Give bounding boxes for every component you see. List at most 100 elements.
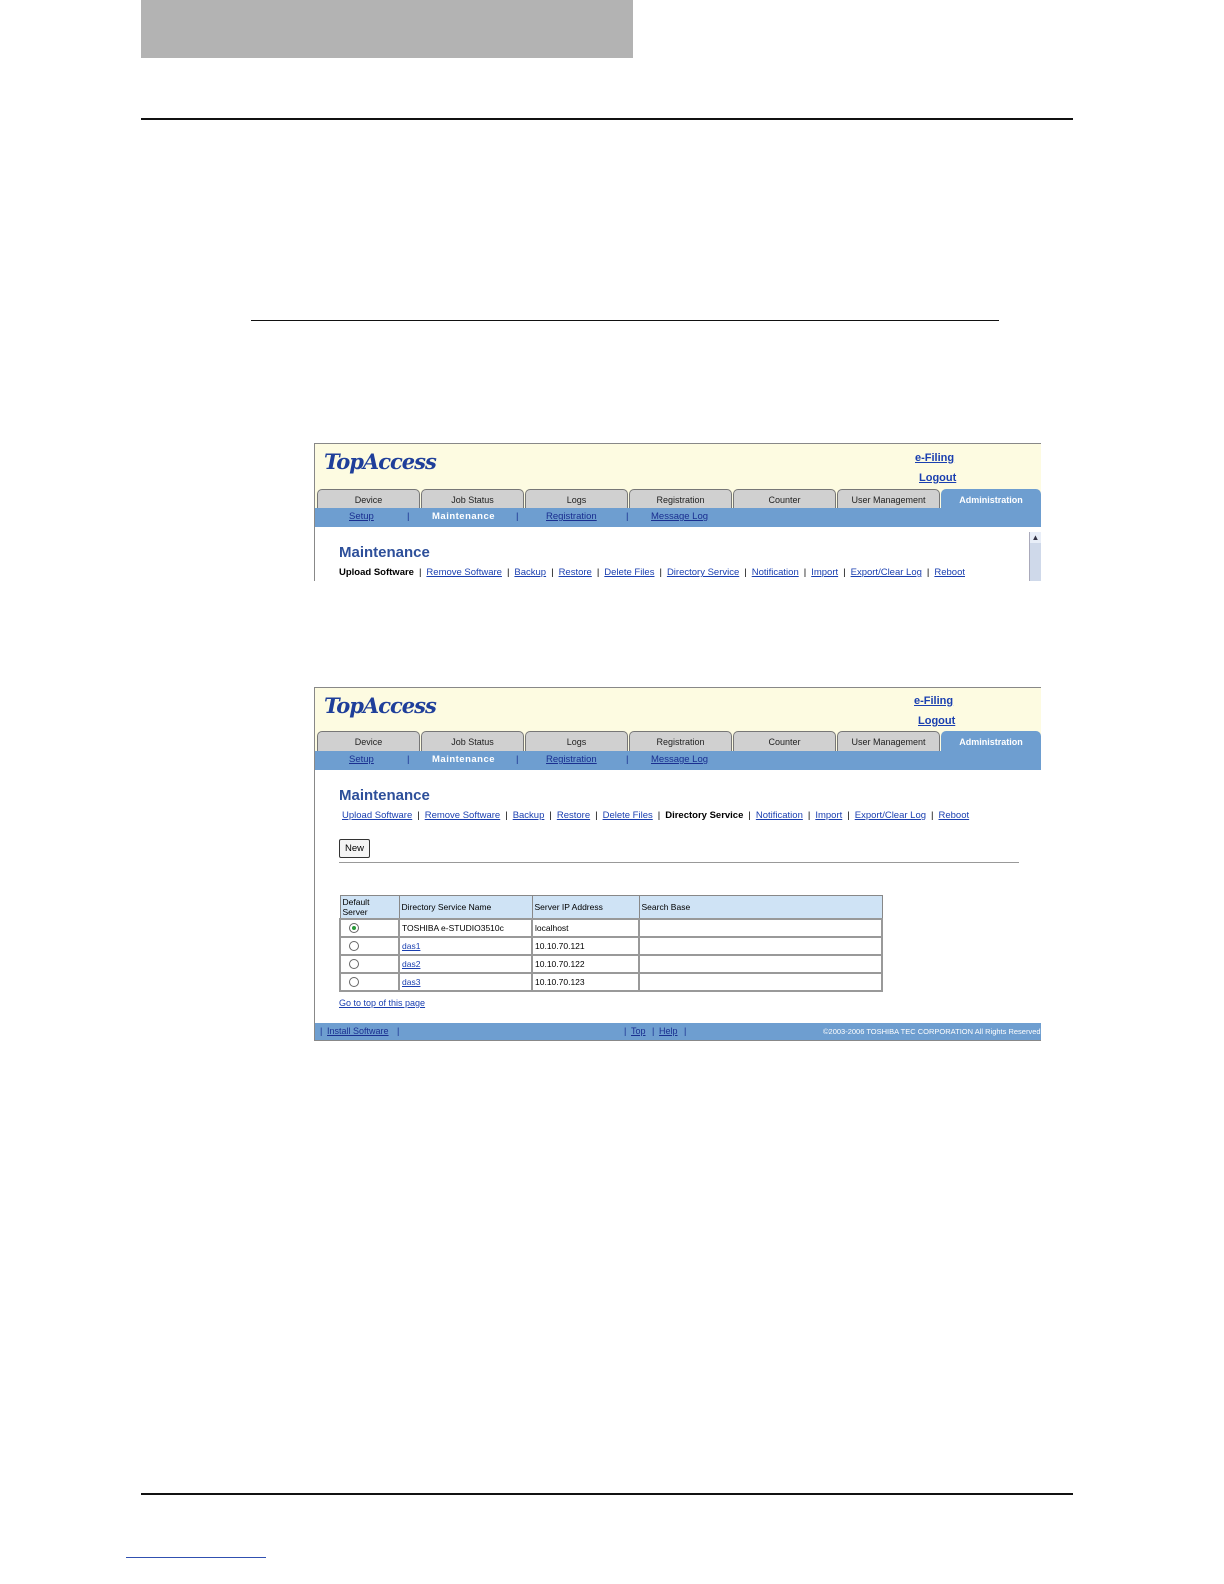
menu-directory-service[interactable]: Directory Service [665,810,743,821]
tab-logs[interactable]: Logs [525,489,628,509]
vertical-scrollbar[interactable]: ▲ [1029,532,1041,581]
tab-counter[interactable]: Counter [733,731,836,751]
logout-link[interactable]: Logout [918,715,955,727]
server-ip-address: localhost [531,918,640,938]
tab-user-management[interactable]: User Management [837,489,940,509]
install-software-link[interactable]: Install Software [327,1026,389,1036]
page-title: Maintenance [339,787,430,804]
tab-logs[interactable]: Logs [525,731,628,751]
tab-device[interactable]: Device [317,489,420,509]
subnav-divider: | [407,754,410,765]
server-ip-address: 10.10.70.123 [531,972,640,992]
menu-import[interactable]: Import [811,567,838,578]
subnav-registration[interactable]: Registration [546,511,597,522]
subnav-message-log[interactable]: Message Log [651,754,708,765]
search-base [638,972,883,992]
tab-administration[interactable]: Administration [941,489,1041,509]
search-base [638,954,883,974]
tab-device[interactable]: Device [317,731,420,751]
directory-service-name-cell: das1 [398,936,533,956]
chapter-header-block [141,0,633,58]
header-default-server: Default Server [339,895,400,920]
tab-counter[interactable]: Counter [733,489,836,509]
menu-backup[interactable]: Backup [514,567,546,578]
default-server-radio[interactable] [349,977,359,988]
menu-export-clear-log[interactable]: Export/Clear Log [855,810,926,821]
menu-notification[interactable]: Notification [756,810,803,821]
sub-navigation: Setup | Maintenance | Registration | Mes… [315,751,1041,770]
tab-job-status[interactable]: Job Status [421,489,524,509]
menu-delete-files[interactable]: Delete Files [603,810,653,821]
footer-link-underline [126,1557,266,1558]
menu-restore[interactable]: Restore [559,567,592,578]
menu-divider: | [551,567,554,578]
directory-service-name: TOSHIBA e-STUDIO3510c [398,918,533,938]
logout-link[interactable]: Logout [919,472,956,484]
menu-divider: | [418,567,422,578]
default-server-cell [339,954,400,974]
subnav-setup[interactable]: Setup [349,754,374,765]
tab-job-status[interactable]: Job Status [421,731,524,751]
menu-divider: | [807,810,811,821]
default-server-radio[interactable] [349,959,359,970]
subnav-divider: | [626,754,629,765]
menu-divider: | [417,810,420,821]
search-base [638,918,883,938]
menu-divider: | [803,567,807,578]
menu-import[interactable]: Import [815,810,842,821]
scroll-up-icon[interactable]: ▲ [1030,532,1041,543]
menu-upload-software[interactable]: Upload Software [339,567,414,578]
default-server-cell [339,936,400,956]
default-server-radio[interactable] [349,923,359,934]
tab-registration[interactable]: Registration [629,489,732,509]
footer-bar: | Install Software | | Top | Help | ©200… [315,1023,1041,1040]
directory-service-link[interactable]: das1 [402,941,420,951]
table-header-row: Default Server Directory Service Name Se… [339,895,883,920]
top-link[interactable]: Top [631,1026,646,1036]
topaccess-banner: TopAccess e-Filing Logout [315,688,1041,733]
subnav-divider: | [516,754,519,765]
help-link[interactable]: Help [659,1026,678,1036]
menu-backup[interactable]: Backup [513,810,545,821]
menu-upload-software[interactable]: Upload Software [342,810,412,821]
screenshot-directory-service: TopAccess e-Filing Logout Device Job Sta… [314,687,1041,1041]
footer-divider: | [320,1026,323,1036]
copyright-text: ©2003-2006 TOSHIBA TEC CORPORATION All R… [823,1027,1041,1036]
directory-service-link[interactable]: das3 [402,977,420,987]
menu-divider: | [596,567,600,578]
menu-reboot[interactable]: Reboot [934,567,965,578]
topaccess-logo: TopAccess [324,449,437,474]
topaccess-banner: TopAccess e-Filing Logout [315,444,1041,489]
tab-administration[interactable]: Administration [941,731,1041,751]
menu-divider: | [931,810,934,821]
menu-export-clear-log[interactable]: Export/Clear Log [851,567,922,578]
directory-service-link[interactable]: das2 [402,959,420,969]
menu-delete-files[interactable]: Delete Files [604,567,654,578]
menu-divider: | [657,810,661,821]
header-server-ip-address: Server IP Address [531,895,640,920]
default-server-radio[interactable] [349,941,359,952]
new-button[interactable]: New [339,839,370,858]
tab-registration[interactable]: Registration [629,731,732,751]
go-to-top-link[interactable]: Go to top of this page [339,998,425,1008]
subnav-message-log[interactable]: Message Log [651,511,708,522]
tab-user-management[interactable]: User Management [837,731,940,751]
subnav-registration[interactable]: Registration [546,754,597,765]
efiling-link[interactable]: e-Filing [914,695,953,707]
subnav-setup[interactable]: Setup [349,511,374,522]
menu-divider: | [926,567,930,578]
menu-reboot[interactable]: Reboot [939,810,970,821]
menu-remove-software[interactable]: Remove Software [425,810,501,821]
default-server-cell [339,972,400,992]
footer-divider: | [684,1026,687,1036]
subnav-divider: | [516,511,519,522]
footer-rule [141,1493,1073,1495]
menu-remove-software[interactable]: Remove Software [426,567,502,578]
subnav-maintenance[interactable]: Maintenance [432,754,495,765]
menu-directory-service[interactable]: Directory Service [667,567,739,578]
menu-notification[interactable]: Notification [752,567,799,578]
efiling-link[interactable]: e-Filing [915,452,954,464]
menu-restore[interactable]: Restore [557,810,590,821]
subnav-maintenance[interactable]: Maintenance [432,511,495,522]
screenshot-maintenance-upload: TopAccess e-Filing Logout Device Job Sta… [314,443,1041,581]
